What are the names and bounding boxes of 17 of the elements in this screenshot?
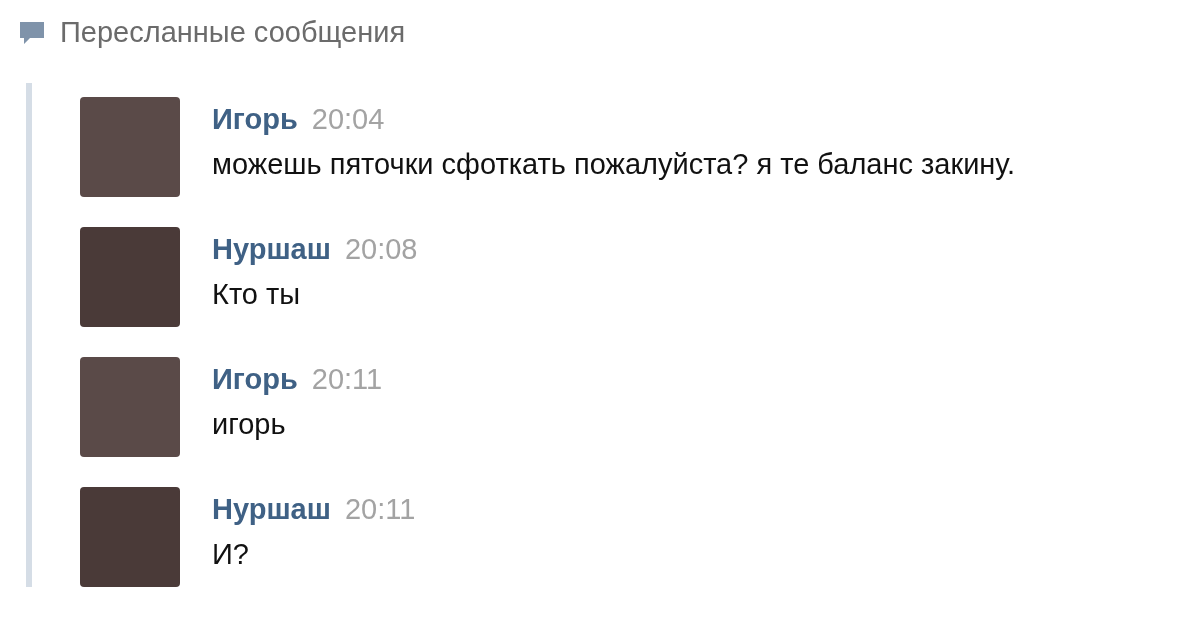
author-name[interactable]: Нуршаш [212, 493, 331, 526]
avatar-photo-placeholder[interactable] [80, 487, 180, 587]
message-time: 20:11 [311, 363, 383, 396]
message-text: И? [212, 538, 250, 571]
section-title: Пересланные сообщения [60, 16, 406, 49]
author-name[interactable]: Игорь [212, 363, 298, 396]
avatar-photo-placeholder[interactable] [80, 227, 180, 327]
message-text: Кто ты [212, 278, 302, 311]
avatar-photo-placeholder[interactable] [80, 97, 180, 197]
message-text: можешь пяточки сфоткать пожалуйста? я те баланс закину. [212, 148, 1015, 181]
message-time: 20:11 [344, 493, 416, 526]
message-time: 20:08 [344, 233, 418, 266]
avatar-photo-placeholder[interactable] [80, 357, 180, 457]
author-name[interactable]: Игорь [212, 103, 298, 136]
message-text: игорь [212, 408, 287, 441]
author-name[interactable]: Нуршаш [212, 233, 331, 266]
message-time: 20:04 [311, 103, 385, 136]
